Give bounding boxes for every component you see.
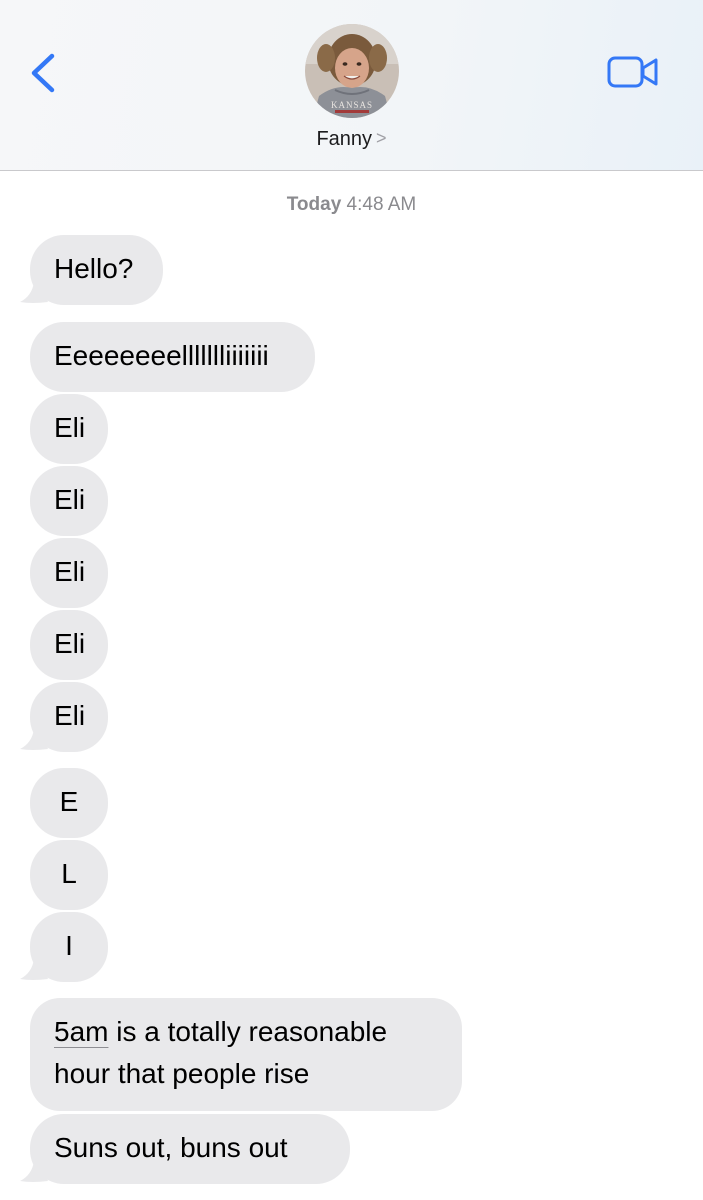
message-bubble[interactable]: Eli (30, 466, 108, 536)
back-button[interactable] (26, 48, 66, 98)
chevron-left-icon (31, 53, 55, 93)
timestamp-time: 4:48 AM (346, 194, 417, 215)
message-text: L (61, 858, 77, 889)
message-text: Eli (54, 556, 86, 587)
message-bubble[interactable]: Eli (30, 610, 108, 680)
message-text: Hello? (54, 253, 134, 284)
message-text: Eli (54, 628, 86, 659)
timestamp-day: Today (286, 194, 342, 215)
video-camera-icon (607, 56, 658, 88)
contact-avatar[interactable]: KANSAS (305, 24, 399, 118)
message-text: E (59, 786, 79, 817)
avatar-shirt-text: KANSAS (331, 100, 373, 110)
chevron-right-icon: > (376, 128, 387, 148)
message-timestamp: Today 4:48 AM (0, 194, 703, 216)
message-bubble[interactable]: Eli (30, 394, 108, 464)
contact-name-button[interactable]: Fanny > (0, 128, 703, 151)
message-text: I (65, 930, 73, 961)
message-text: Eli (54, 484, 86, 515)
bubble-tail (20, 729, 48, 750)
message-text: Eli (54, 700, 86, 731)
message-text: Eli (54, 412, 86, 443)
bubble-tail (20, 282, 48, 303)
message-text: Eeeeeeeellllllliiiiiii (54, 340, 269, 371)
message-bubble[interactable]: 5am is a totally reasonable hour that pe… (30, 998, 462, 1111)
message-bubble[interactable]: Suns out, buns out (30, 1114, 350, 1184)
bubble-tail (20, 959, 48, 980)
conversation-header: KANSAS Fanny > (0, 0, 703, 171)
message-bubble[interactable]: Eli (30, 538, 108, 608)
facetime-video-button[interactable] (606, 54, 660, 90)
message-text: Suns out, buns out (54, 1132, 288, 1163)
message-bubble[interactable]: E (30, 768, 108, 838)
contact-name: Fanny (316, 128, 373, 150)
bubble-tail (20, 1161, 48, 1182)
detected-time-link[interactable]: 5am (54, 1016, 108, 1047)
message-bubble[interactable]: Eeeeeeeellllllliiiiiii (30, 322, 315, 392)
message-bubble[interactable]: L (30, 840, 108, 910)
